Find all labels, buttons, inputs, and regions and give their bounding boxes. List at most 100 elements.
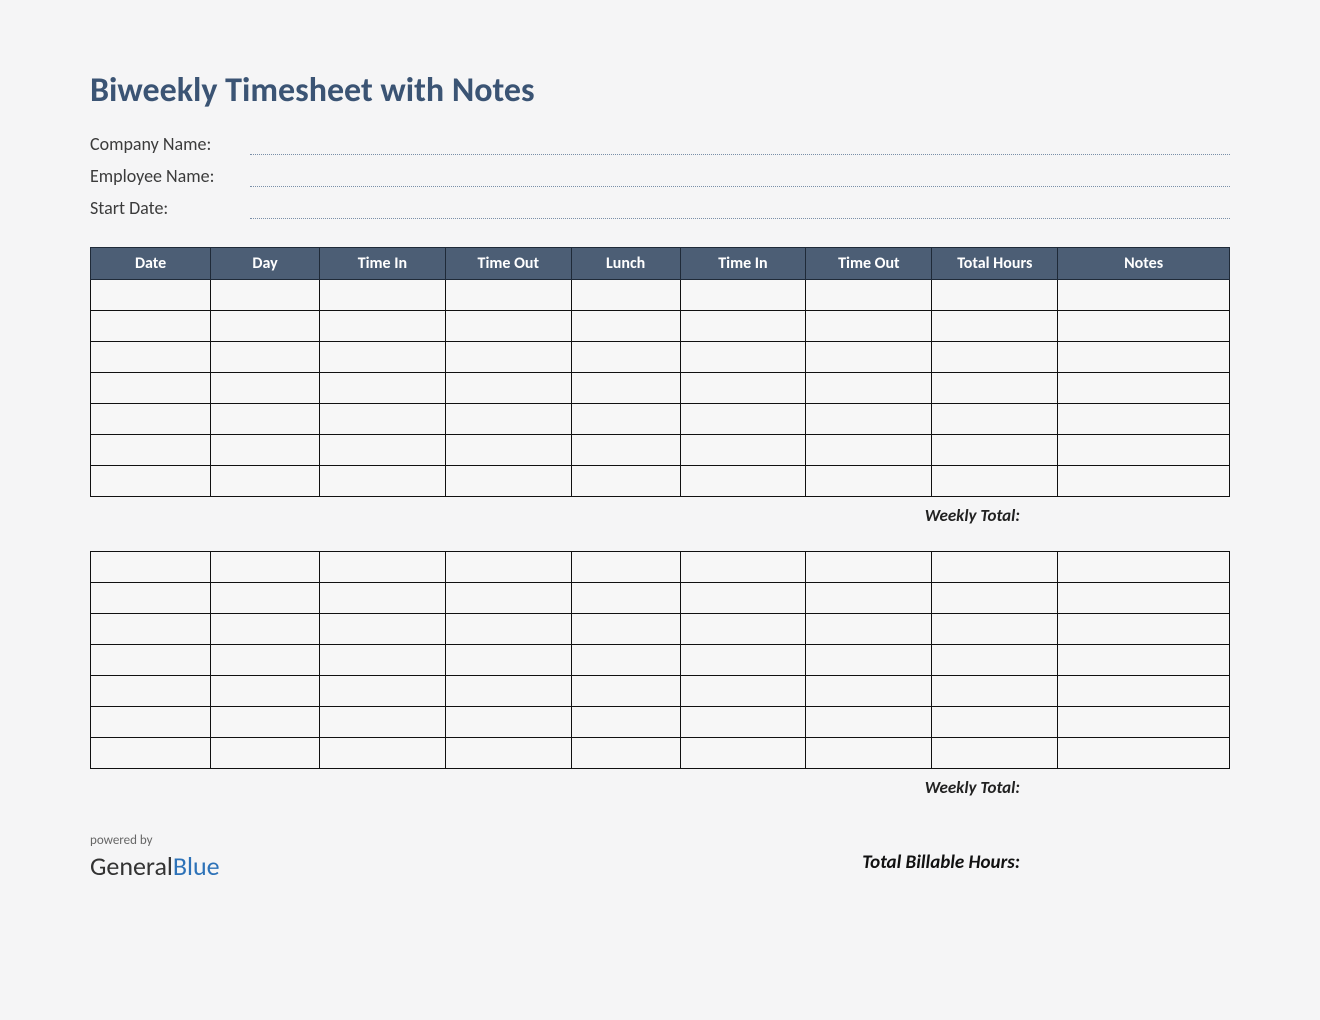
cell[interactable] — [680, 738, 806, 769]
cell[interactable] — [571, 404, 680, 435]
cell[interactable] — [211, 373, 320, 404]
cell[interactable] — [571, 552, 680, 583]
cell[interactable] — [211, 342, 320, 373]
cell[interactable] — [211, 614, 320, 645]
cell[interactable] — [932, 676, 1058, 707]
cell[interactable] — [1058, 373, 1230, 404]
cell[interactable] — [91, 342, 211, 373]
cell[interactable] — [91, 614, 211, 645]
cell[interactable] — [1058, 404, 1230, 435]
cell[interactable] — [1058, 707, 1230, 738]
cell[interactable] — [680, 466, 806, 497]
cell[interactable] — [445, 738, 571, 769]
cell[interactable] — [445, 583, 571, 614]
cell[interactable] — [211, 466, 320, 497]
cell[interactable] — [571, 280, 680, 311]
cell[interactable] — [806, 373, 932, 404]
cell[interactable] — [319, 552, 445, 583]
startdate-input-line[interactable] — [250, 201, 1230, 219]
cell[interactable] — [319, 466, 445, 497]
cell[interactable] — [91, 583, 211, 614]
cell[interactable] — [680, 645, 806, 676]
cell[interactable] — [806, 614, 932, 645]
cell[interactable] — [571, 311, 680, 342]
cell[interactable] — [806, 645, 932, 676]
cell[interactable] — [571, 583, 680, 614]
cell[interactable] — [445, 435, 571, 466]
cell[interactable] — [211, 645, 320, 676]
cell[interactable] — [445, 280, 571, 311]
cell[interactable] — [680, 404, 806, 435]
cell[interactable] — [445, 373, 571, 404]
cell[interactable] — [319, 645, 445, 676]
cell[interactable] — [1058, 676, 1230, 707]
cell[interactable] — [806, 738, 932, 769]
cell[interactable] — [91, 707, 211, 738]
cell[interactable] — [571, 373, 680, 404]
cell[interactable] — [91, 645, 211, 676]
cell[interactable] — [1058, 466, 1230, 497]
cell[interactable] — [91, 466, 211, 497]
cell[interactable] — [571, 342, 680, 373]
cell[interactable] — [211, 583, 320, 614]
cell[interactable] — [806, 583, 932, 614]
cell[interactable] — [319, 738, 445, 769]
cell[interactable] — [932, 466, 1058, 497]
cell[interactable] — [319, 280, 445, 311]
cell[interactable] — [211, 738, 320, 769]
cell[interactable] — [319, 583, 445, 614]
cell[interactable] — [680, 707, 806, 738]
cell[interactable] — [680, 614, 806, 645]
cell[interactable] — [932, 645, 1058, 676]
cell[interactable] — [1058, 280, 1230, 311]
cell[interactable] — [806, 311, 932, 342]
cell[interactable] — [932, 435, 1058, 466]
cell[interactable] — [91, 311, 211, 342]
cell[interactable] — [445, 645, 571, 676]
cell[interactable] — [932, 738, 1058, 769]
cell[interactable] — [445, 342, 571, 373]
cell[interactable] — [91, 552, 211, 583]
cell[interactable] — [806, 280, 932, 311]
cell[interactable] — [680, 583, 806, 614]
cell[interactable] — [932, 311, 1058, 342]
cell[interactable] — [806, 342, 932, 373]
cell[interactable] — [319, 707, 445, 738]
cell[interactable] — [680, 280, 806, 311]
cell[interactable] — [211, 435, 320, 466]
cell[interactable] — [319, 311, 445, 342]
cell[interactable] — [932, 404, 1058, 435]
cell[interactable] — [1058, 645, 1230, 676]
cell[interactable] — [211, 707, 320, 738]
cell[interactable] — [932, 342, 1058, 373]
cell[interactable] — [1058, 342, 1230, 373]
company-input-line[interactable] — [250, 137, 1230, 155]
cell[interactable] — [932, 280, 1058, 311]
cell[interactable] — [445, 311, 571, 342]
cell[interactable] — [680, 311, 806, 342]
cell[interactable] — [445, 552, 571, 583]
cell[interactable] — [319, 435, 445, 466]
cell[interactable] — [211, 676, 320, 707]
cell[interactable] — [319, 373, 445, 404]
cell[interactable] — [571, 738, 680, 769]
cell[interactable] — [806, 435, 932, 466]
cell[interactable] — [571, 466, 680, 497]
cell[interactable] — [319, 614, 445, 645]
cell[interactable] — [1058, 614, 1230, 645]
cell[interactable] — [571, 645, 680, 676]
cell[interactable] — [806, 552, 932, 583]
cell[interactable] — [1058, 435, 1230, 466]
cell[interactable] — [445, 404, 571, 435]
cell[interactable] — [680, 342, 806, 373]
cell[interactable] — [319, 404, 445, 435]
cell[interactable] — [1058, 583, 1230, 614]
cell[interactable] — [445, 707, 571, 738]
cell[interactable] — [680, 435, 806, 466]
cell[interactable] — [91, 404, 211, 435]
cell[interactable] — [680, 373, 806, 404]
cell[interactable] — [319, 676, 445, 707]
cell[interactable] — [932, 614, 1058, 645]
cell[interactable] — [680, 676, 806, 707]
cell[interactable] — [91, 676, 211, 707]
